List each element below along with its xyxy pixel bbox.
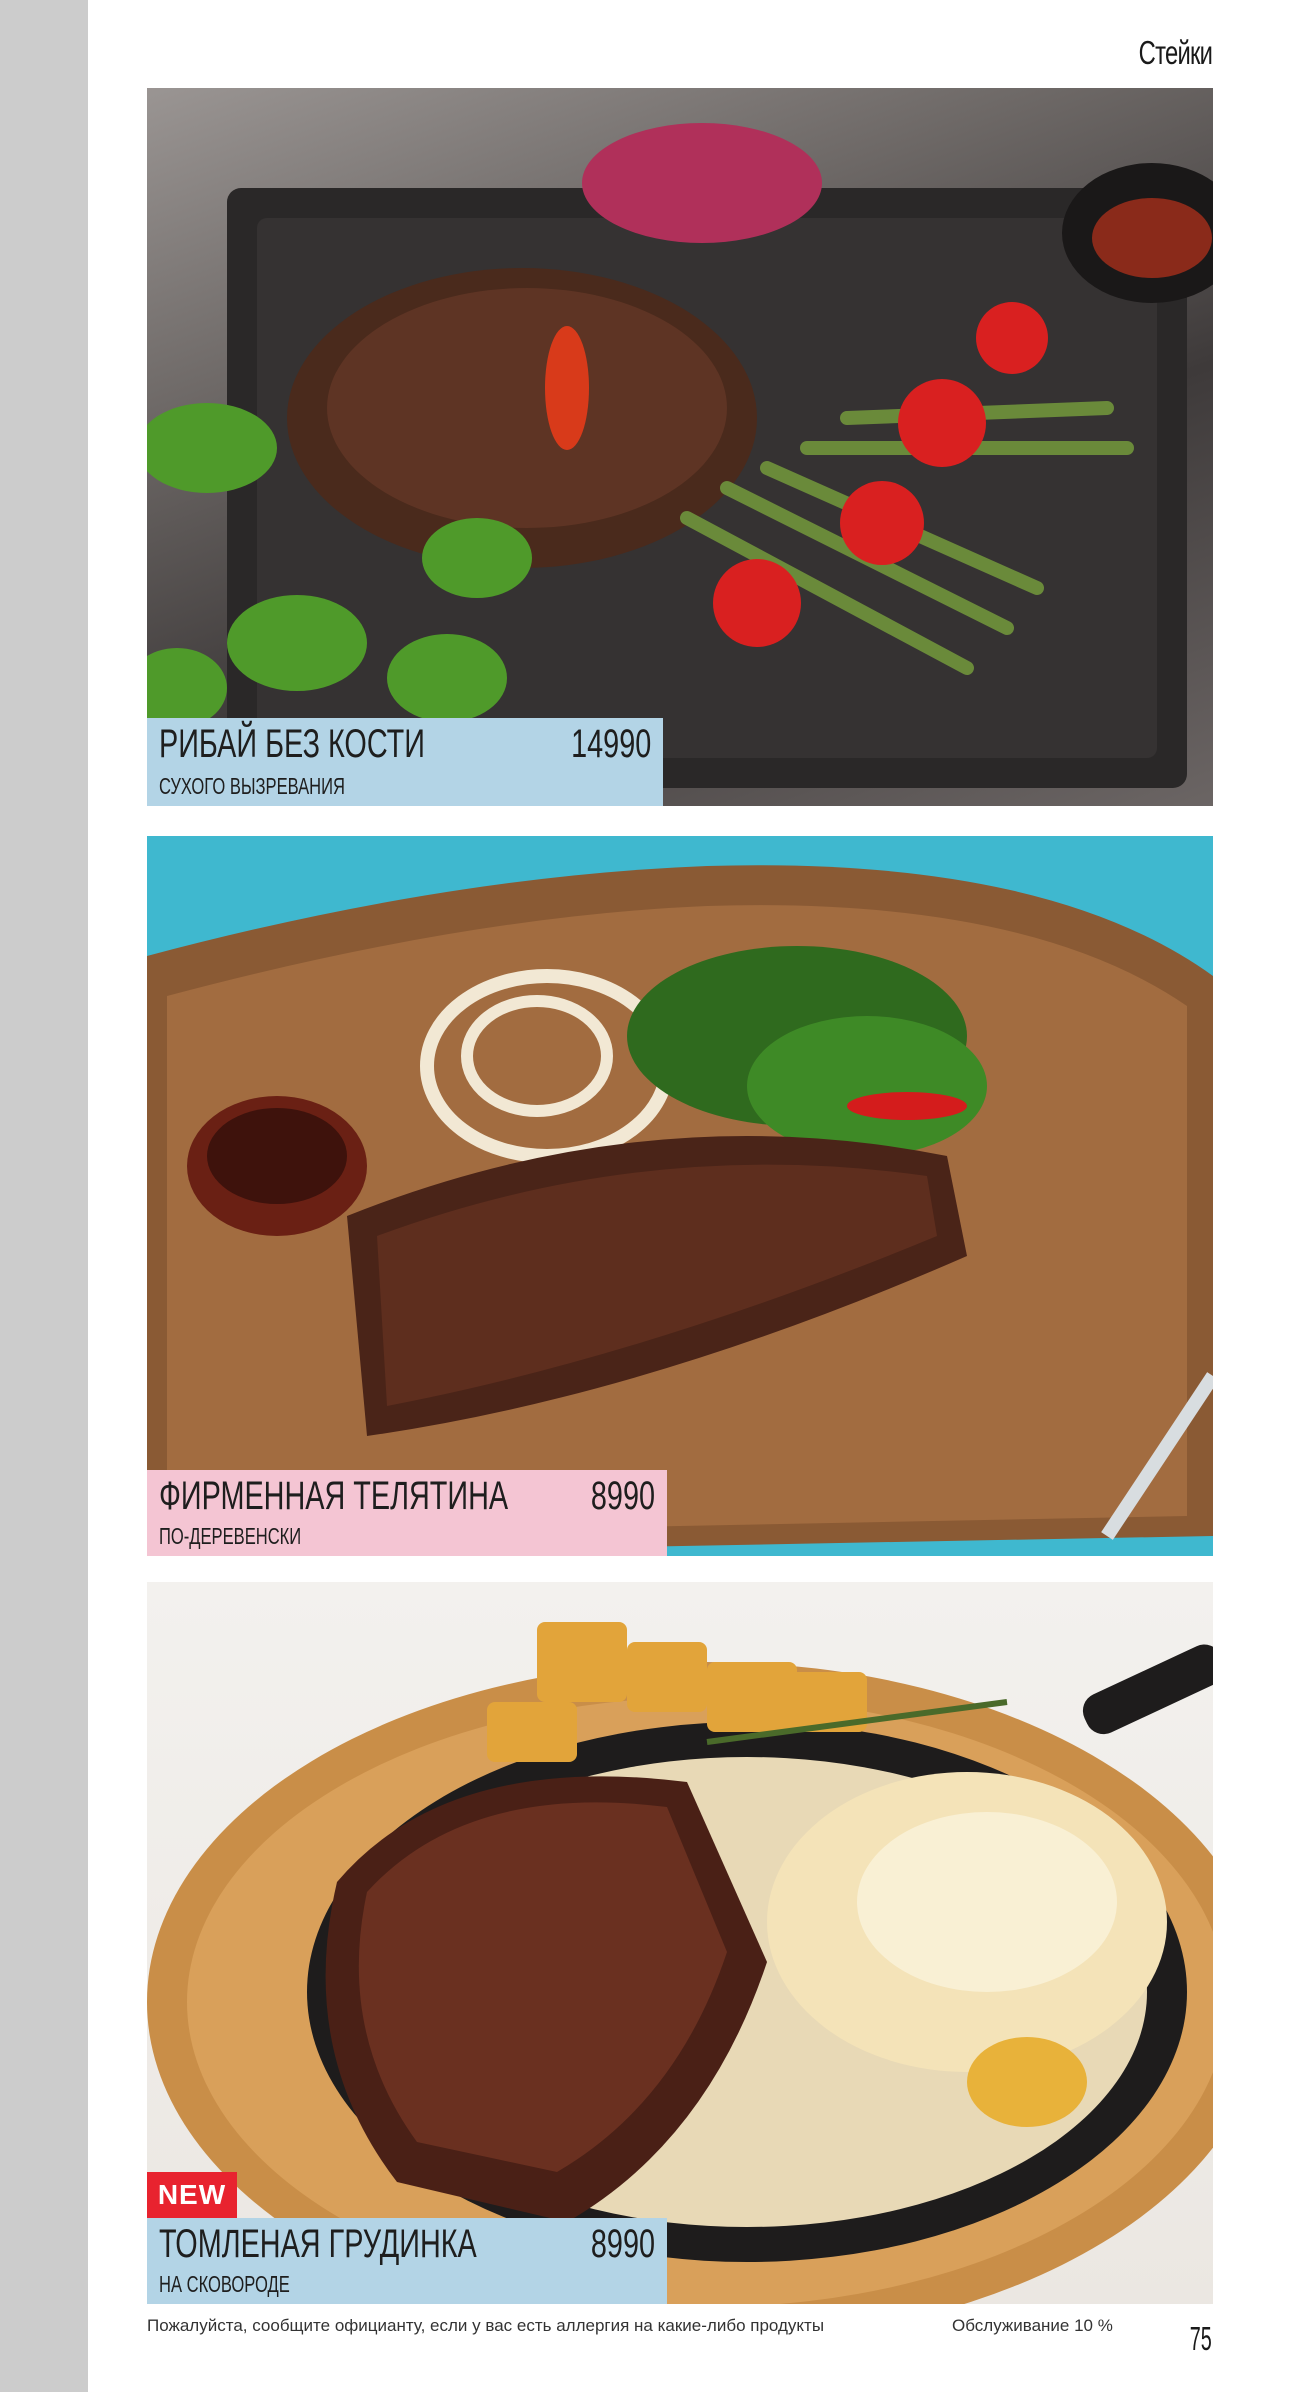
dish-name: ФИРМЕННАЯ ТЕЛЯТИНА	[159, 1474, 509, 1518]
new-badge: NEW	[147, 2172, 237, 2218]
dish-subtitle: НА СКОВОРОДЕ	[159, 2271, 290, 2297]
dish-photo-veal: ФИРМЕННАЯ ТЕЛЯТИНА 8990 ПО-ДЕРЕВЕНСКИ	[147, 836, 1213, 1556]
section-title: Стейки	[1138, 34, 1212, 71]
dish-label-veal: ФИРМЕННАЯ ТЕЛЯТИНА 8990 ПО-ДЕРЕВЕНСКИ	[147, 1470, 667, 1556]
dish-subtitle: ПО-ДЕРЕВЕНСКИ	[159, 1523, 302, 1549]
ribeye-illustration	[147, 123, 1213, 788]
dish-photo-brisket: NEW ТОМЛЕНАЯ ГРУДИНКА 8990 НА СКОВОРОДЕ	[147, 1582, 1213, 2304]
dish-price: 8990	[590, 1474, 655, 1518]
brisket-illustration	[147, 1622, 1213, 2304]
dish-price: 8990	[590, 2222, 655, 2266]
dish-photo-ribeye: РИБАЙ БЕЗ КОСТИ 14990 СУХОГО ВЫЗРЕВАНИЯ	[147, 88, 1213, 806]
page-number: 75	[1189, 2320, 1212, 2357]
dish-subtitle: СУХОГО ВЫЗРЕВАНИЯ	[159, 773, 345, 799]
dish-price: 14990	[570, 722, 651, 766]
dish-label-brisket: ТОМЛЕНАЯ ГРУДИНКА 8990 НА СКОВОРОДЕ	[147, 2218, 667, 2304]
service-charge: Обслуживание 10 %	[952, 2316, 1113, 2335]
veal-illustration	[147, 865, 1213, 1556]
dish-name: ТОМЛЕНАЯ ГРУДИНКА	[159, 2222, 477, 2266]
dish-name: РИБАЙ БЕЗ КОСТИ	[159, 722, 425, 766]
allergy-note: Пожалуйста, сообщите официанту, если у в…	[147, 2316, 825, 2335]
dish-label-ribeye: РИБАЙ БЕЗ КОСТИ 14990 СУХОГО ВЫЗРЕВАНИЯ	[147, 718, 663, 806]
side-strip	[0, 0, 88, 2392]
